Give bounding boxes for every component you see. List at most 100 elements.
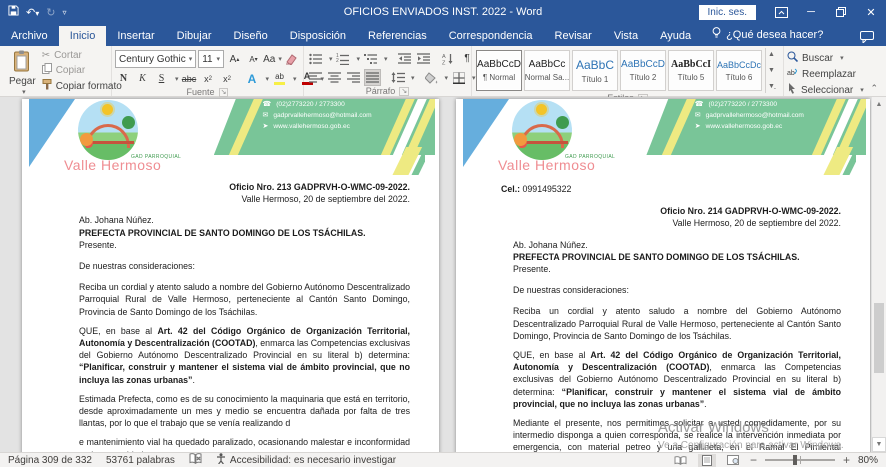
tab-revisar[interactable]: Revisar [544, 26, 603, 46]
font-dialog-launcher[interactable]: ↘ [219, 88, 229, 97]
page-indicator[interactable]: Página 309 de 332 [8, 455, 92, 466]
font-family-combo[interactable]: Century Gothic▾ [115, 50, 196, 68]
clear-formatting-icon[interactable] [283, 51, 300, 68]
format-painter-button[interactable]: Copiar formato [42, 79, 122, 93]
find-button[interactable]: Buscar▾ [787, 51, 881, 65]
multilevel-list-icon[interactable] [362, 50, 379, 67]
redo-icon[interactable]: ↻ [46, 6, 55, 19]
paragraph-dialog-launcher[interactable]: ↘ [399, 87, 409, 96]
minimize-button[interactable]: ─ [796, 0, 826, 24]
tab-inicio[interactable]: Inicio [59, 26, 107, 46]
proofing-icon[interactable] [189, 453, 202, 467]
tab-archivo[interactable]: Archivo [0, 26, 59, 46]
letter-body[interactable]: Cel.: 0991495322 Oficio Nro. 214 GADPRVH… [456, 175, 870, 452]
superscript-button[interactable]: x2 [219, 70, 236, 87]
feedback-icon[interactable] [860, 31, 886, 46]
styles-scroll-up-icon[interactable]: ▲ [768, 51, 775, 58]
restore-button[interactable] [826, 0, 856, 24]
zoom-slider[interactable] [765, 459, 835, 461]
italic-button[interactable]: K [134, 70, 151, 87]
page-right[interactable]: Valle Hermoso GAD PARROQUIAL RUC : 17601… [456, 99, 870, 452]
numbering-icon[interactable]: 12 [335, 50, 352, 67]
replace-button[interactable]: abReemplazar [787, 67, 881, 81]
tab-referencias[interactable]: Referencias [357, 26, 438, 46]
strikethrough-button[interactable]: abc [181, 70, 198, 87]
font-size-combo[interactable]: 11▾ [198, 50, 224, 68]
shading-icon[interactable] [423, 69, 440, 86]
line-spacing-dropdown[interactable]: ▾ [411, 74, 415, 82]
sort-icon[interactable]: AZ [440, 50, 457, 67]
copy-button[interactable]: Copiar [42, 63, 122, 77]
shrink-font-icon[interactable]: A▾ [245, 51, 262, 68]
highlight-color-button[interactable]: ab [271, 70, 288, 87]
highlight-dropdown[interactable]: ▾ [293, 75, 297, 83]
tab-dibujar[interactable]: Dibujar [166, 26, 223, 46]
styles-more-icon[interactable]: ▼̱ [768, 83, 775, 90]
ribbon-display-options-icon[interactable] [766, 0, 796, 24]
align-center-icon[interactable] [326, 69, 343, 86]
text-effects-dropdown[interactable]: ▾ [266, 75, 270, 83]
collapse-ribbon-icon[interactable]: ⌃ [870, 83, 878, 94]
tab-disposicion[interactable]: Disposición [279, 26, 357, 46]
word-count[interactable]: 53761 palabras [106, 455, 175, 466]
page-left[interactable]: Valle Hermoso GAD PARROQUIAL RUC : 17601… [22, 99, 439, 452]
style-normal[interactable]: AaBbCcD¶ Normal [476, 50, 522, 91]
styles-scroll-down-icon[interactable]: ▼ [768, 67, 775, 74]
justify-icon[interactable] [364, 69, 381, 86]
paste-button[interactable]: Pegar▾ [3, 48, 42, 98]
tab-insertar[interactable]: Insertar [106, 26, 165, 46]
style-normal-sa[interactable]: AaBbCcNormal Sa... [524, 50, 570, 91]
phone-icon: ☎ [262, 100, 271, 108]
underline-button[interactable]: S [153, 70, 170, 87]
align-right-icon[interactable] [345, 69, 362, 86]
shading-dropdown[interactable]: ▾ [445, 74, 449, 82]
change-case-icon[interactable]: Aa▾ [264, 51, 281, 68]
tab-diseno[interactable]: Diseño [223, 26, 279, 46]
bold-button[interactable]: N [115, 70, 132, 87]
customize-qat-icon[interactable]: ▿ [62, 8, 66, 17]
style-titulo-5[interactable]: AaBbCcITítulo 5 [668, 50, 714, 91]
scrollbar-thumb[interactable] [874, 303, 884, 373]
scroll-down-icon[interactable]: ▼ [872, 437, 886, 452]
grow-font-icon[interactable]: A▴ [226, 51, 243, 68]
borders-icon[interactable] [450, 69, 467, 86]
style-titulo-2[interactable]: AaBbCcDTítulo 2 [620, 50, 666, 91]
bullets-dropdown[interactable]: ▾ [329, 55, 333, 63]
bullets-icon[interactable] [307, 50, 324, 67]
print-layout-icon[interactable] [698, 454, 716, 467]
zoom-in-icon[interactable]: + [843, 455, 850, 465]
accessibility-status[interactable]: Accesibilidad: es necesario investigar [216, 453, 396, 467]
decrease-indent-icon[interactable] [396, 50, 413, 67]
text-effects-icon[interactable]: A [244, 70, 261, 87]
letter-body[interactable]: Oficio Nro. 213 GADPRVH-O-WMC-09-2022. V… [22, 175, 439, 452]
zoom-slider-thumb[interactable] [793, 455, 797, 465]
tab-correspondencia[interactable]: Correspondencia [438, 26, 544, 46]
svg-text:ab: ab [787, 70, 795, 77]
increase-indent-icon[interactable] [415, 50, 432, 67]
subscript-button[interactable]: x2 [200, 70, 217, 87]
close-button[interactable]: ✕ [856, 0, 886, 24]
zoom-out-icon[interactable]: − [750, 455, 757, 465]
addressee-title: PREFECTA PROVINCIAL DE SANTO DOMINGO DE … [513, 251, 841, 263]
vertical-scrollbar[interactable]: ▲ ▼ [871, 97, 886, 452]
style-titulo-1[interactable]: AaBbCTítulo 1 [572, 50, 618, 91]
line-spacing-icon[interactable] [389, 69, 406, 86]
scroll-up-icon[interactable]: ▲ [872, 97, 886, 112]
underline-dropdown[interactable]: ▾ [175, 75, 179, 83]
font-group-label: Fuente↘ [115, 87, 300, 97]
web-layout-icon[interactable] [724, 454, 742, 467]
multilevel-dropdown[interactable]: ▾ [384, 55, 388, 63]
sign-in-button[interactable]: Inic. ses. [699, 5, 756, 20]
save-icon[interactable] [8, 5, 19, 19]
select-button[interactable]: Seleccionar▾ [787, 83, 881, 97]
style-titulo-6[interactable]: AaBbCcDcTítulo 6 [716, 50, 762, 91]
tab-vista[interactable]: Vista [603, 26, 649, 46]
numbering-dropdown[interactable]: ▾ [357, 55, 361, 63]
undo-icon[interactable]: ↶▾ [26, 6, 39, 19]
align-left-icon[interactable] [307, 69, 324, 86]
tab-ayuda[interactable]: Ayuda [649, 26, 702, 46]
read-mode-icon[interactable] [672, 454, 690, 467]
cut-button[interactable]: ✂Cortar [42, 50, 122, 61]
tell-me-box[interactable]: ¿Qué desea hacer? [702, 23, 833, 46]
zoom-level[interactable]: 80% [858, 455, 878, 466]
